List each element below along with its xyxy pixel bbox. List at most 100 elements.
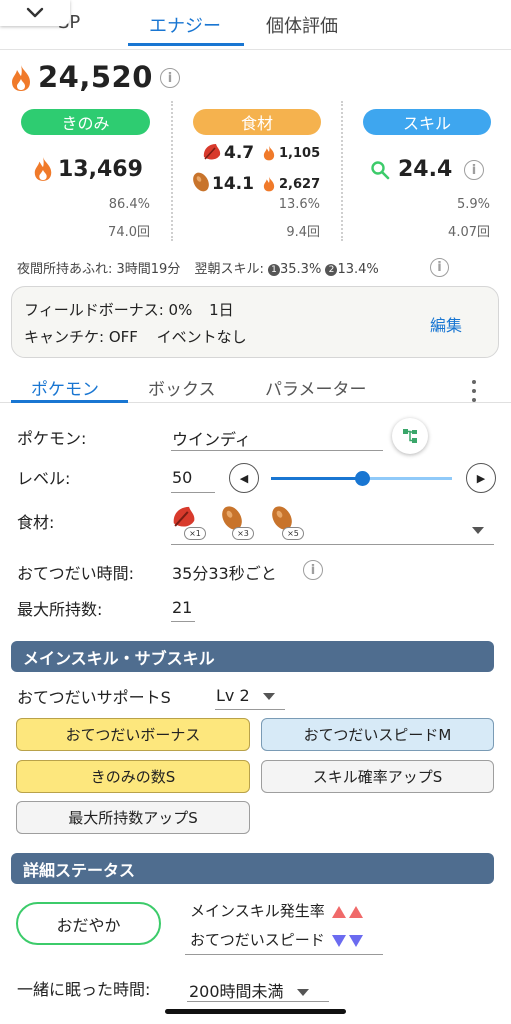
- level-increment-button[interactable]: ▶: [466, 463, 496, 493]
- subskill-button[interactable]: おてつだいスピードM: [261, 718, 494, 751]
- chevron-down-icon: [296, 989, 309, 996]
- night-note: 夜間所持あふれ: 3時間19分 翌朝スキル: 1 35.3% 2 13.4%: [17, 258, 379, 277]
- level-input[interactable]: 50: [172, 468, 192, 487]
- level-underline: [171, 492, 215, 493]
- skills-section-header: メインスキル・サブスキル: [11, 641, 494, 672]
- berry-count: 74.0回: [108, 225, 150, 240]
- divider: [171, 101, 173, 241]
- leaf-icon: [203, 144, 221, 160]
- up-triangle-icon: [349, 905, 364, 918]
- home-indicator: [165, 1009, 346, 1014]
- up-triangle-icon: [332, 905, 347, 918]
- bean-icon: [193, 172, 209, 192]
- evolution-tree-button[interactable]: [392, 418, 428, 454]
- pokemon-label: ポケモン:: [17, 429, 87, 448]
- next-skill-label: 翌朝スキル:: [194, 262, 264, 277]
- field-days: 1日: [209, 301, 234, 319]
- level-slider-thumb[interactable]: [354, 471, 370, 486]
- night-info-icon[interactable]: i: [430, 258, 449, 277]
- sleep-time-select[interactable]: 200時間未満: [189, 978, 309, 1002]
- skill-2-badge: 2: [325, 263, 338, 276]
- help-time-label: おてつだい時間:: [17, 564, 135, 583]
- pokemon-input[interactable]: ウインディ: [172, 426, 251, 450]
- chevron-down-icon: [472, 527, 484, 534]
- subskill-button[interactable]: スキル確率アップS: [261, 760, 494, 793]
- field-bonus: フィールドボーナス: 0%: [24, 301, 193, 319]
- ingredient-1-count: ×1: [184, 527, 206, 540]
- ingredient-slot-3[interactable]: ×5: [268, 503, 304, 543]
- berry-percent: 86.4%: [108, 197, 150, 212]
- total-info-icon[interactable]: i: [160, 68, 180, 88]
- divider: [341, 101, 343, 241]
- ingredients-dropdown[interactable]: [472, 520, 484, 539]
- nature-down-stat: おてつだいスピード: [190, 929, 364, 950]
- sleep-time-underline: [187, 1001, 329, 1002]
- max-carry-label: 最大所持数:: [17, 600, 103, 619]
- down-triangle-icon: [349, 934, 364, 947]
- pokemon-underline: [171, 450, 383, 451]
- level-slider-fill: [271, 477, 362, 480]
- max-carry-input[interactable]: 21: [172, 598, 192, 617]
- ingredient2-energy: 2,627: [279, 177, 321, 192]
- flame-icon: [12, 65, 30, 91]
- ingredient-percent: 13.6%: [278, 197, 320, 212]
- tab-individual-evaluation[interactable]: 個体評価: [266, 12, 338, 38]
- tab-box[interactable]: ボックス: [148, 375, 216, 400]
- detail-section-header: 詳細ステータス: [11, 853, 494, 884]
- top-tab-bar: SP エナジー 個体評価: [0, 0, 511, 50]
- collapse-button[interactable]: [0, 0, 70, 26]
- ingredient-2-count: ×3: [232, 527, 254, 540]
- nature-button[interactable]: おだやか: [16, 902, 161, 945]
- help-time-info-icon[interactable]: i: [303, 560, 323, 580]
- tab-energy[interactable]: エナジー: [149, 12, 221, 38]
- chevron-down-icon: [262, 693, 275, 700]
- nature-up-label: メインスキル発生率: [190, 902, 325, 920]
- skill-count: 4.07回: [448, 225, 490, 240]
- event-status: イベントなし: [156, 328, 247, 346]
- field-settings-card[interactable]: フィールドボーナス: 0% 1日 キャンチケ: OFF イベントなし 編集: [11, 286, 499, 358]
- skill-value: 24.4: [398, 157, 453, 182]
- ingredients-label: 食材:: [17, 513, 55, 532]
- ingredient2-count: 14.1: [212, 174, 254, 194]
- subskill-button[interactable]: きのみの数S: [16, 760, 250, 793]
- ingredient-3-count: ×5: [282, 527, 304, 540]
- total-energy-value: 24,520: [38, 60, 153, 94]
- tab-parameter[interactable]: パラメーター: [265, 375, 367, 400]
- subskill-button[interactable]: おてつだいボーナス: [16, 718, 250, 751]
- subskill-button[interactable]: 最大所持数アップS: [16, 801, 250, 834]
- nature-down-label: おてつだいスピード: [190, 931, 325, 949]
- nature-underline: [185, 954, 383, 955]
- ingredients-underline: [171, 544, 494, 545]
- ingredient-slot-1[interactable]: ×1: [170, 503, 206, 543]
- active-tab-indicator: [128, 43, 244, 46]
- ingredient1-energy: 1,105: [279, 146, 321, 161]
- ingredient1-count: 4.7: [224, 143, 255, 163]
- berry-energy: 13,469: [58, 157, 143, 182]
- tab-pokemon[interactable]: ポケモン: [31, 375, 99, 400]
- main-skill-name: おてつだいサポートS: [17, 688, 171, 707]
- tree-icon: [403, 429, 417, 443]
- main-skill-level-underline: [215, 709, 285, 710]
- flame-icon: [34, 157, 52, 181]
- main-skill-level-select[interactable]: Lv 2: [216, 686, 275, 705]
- flame-icon: [263, 176, 275, 192]
- edit-button[interactable]: 編集: [430, 312, 462, 336]
- flame-icon: [263, 145, 275, 161]
- overflow-text: 夜間所持あふれ: 3時間19分: [17, 262, 181, 277]
- level-decrement-button[interactable]: ◀: [229, 463, 259, 493]
- level-label: レベル:: [17, 469, 71, 488]
- ingredient-pill: 食材: [193, 109, 321, 135]
- ingredient-count: 9.4回: [286, 225, 320, 240]
- more-menu-icon[interactable]: [471, 380, 477, 402]
- skill-1-badge: 1: [268, 263, 280, 276]
- ingredient-slot-2[interactable]: ×3: [218, 503, 254, 543]
- help-time-value: 35分33秒ごと: [172, 564, 277, 583]
- candy-ticket: キャンチケ: OFF: [24, 328, 138, 346]
- berry-pill: きのみ: [21, 109, 150, 135]
- skill-info-icon[interactable]: i: [464, 160, 484, 180]
- active-subtab-indicator: [11, 400, 128, 403]
- nature-up-stat: メインスキル発生率: [190, 900, 364, 921]
- skill-2-prob: 13.4%: [337, 262, 379, 277]
- sleep-time-value: 200時間未満: [189, 982, 284, 1001]
- chevron-down-icon: [26, 7, 44, 18]
